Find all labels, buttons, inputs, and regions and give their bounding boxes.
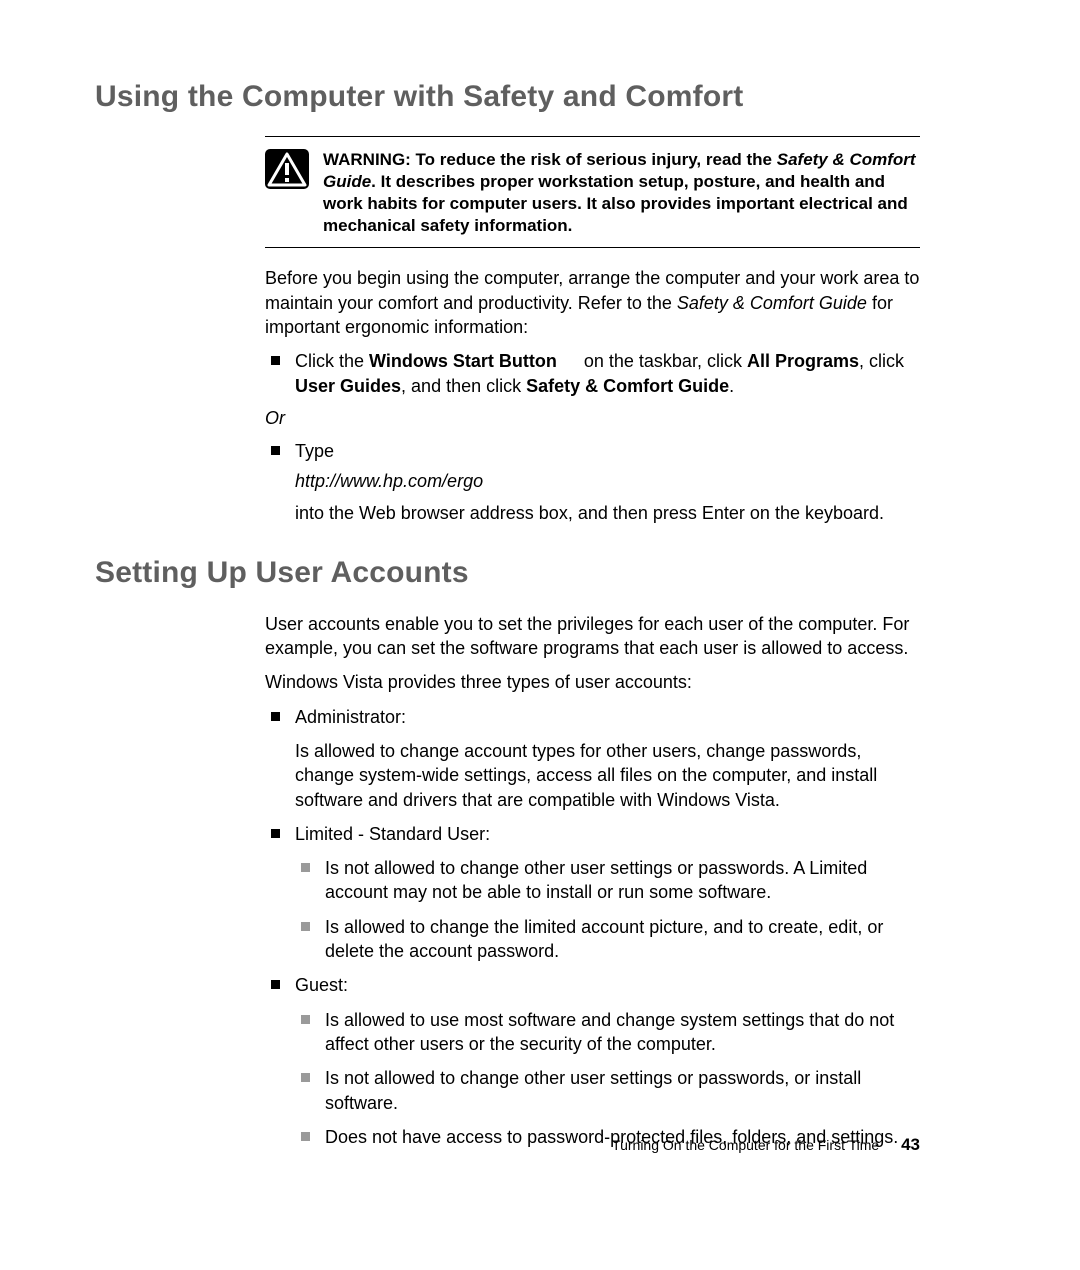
- guest-title: Guest:: [295, 973, 920, 997]
- account-administrator: Administrator: Is allowed to change acco…: [265, 705, 920, 812]
- b1-t5: .: [729, 376, 734, 396]
- warning-text: WARNING: To reduce the risk of serious i…: [323, 149, 920, 237]
- b1-b4: Safety & Comfort Guide: [526, 376, 729, 396]
- admin-desc: Is allowed to change account types for o…: [295, 739, 920, 812]
- b1-b1: Windows Start Button: [369, 351, 557, 371]
- guest-sub-1: Is allowed to use most software and chan…: [295, 1008, 920, 1057]
- account-types-list: Administrator: Is allowed to change acco…: [265, 705, 920, 1149]
- account-limited: Limited - Standard User: Is not allowed …: [265, 822, 920, 963]
- heading-safety-comfort: Using the Computer with Safety and Comfo…: [95, 80, 920, 114]
- section1-bullets: Click the Windows Start Button on the ta…: [265, 349, 920, 398]
- admin-title: Administrator:: [295, 705, 920, 729]
- ergo-url: http://www.hp.com/ergo: [295, 469, 920, 493]
- limited-sub-1: Is not allowed to change other user sett…: [295, 856, 920, 905]
- b1-t4: , and then click: [401, 376, 526, 396]
- warning-prefix: WARNING: To reduce the risk of serious i…: [323, 150, 777, 169]
- b1-b3: User Guides: [295, 376, 401, 396]
- limited-sublist: Is not allowed to change other user sett…: [295, 856, 920, 963]
- warning-callout: WARNING: To reduce the risk of serious i…: [265, 136, 920, 248]
- intro-paragraph: Before you begin using the computer, arr…: [265, 266, 920, 339]
- document-page: Using the Computer with Safety and Comfo…: [0, 0, 1080, 1270]
- account-guest: Guest: Is allowed to use most software a…: [265, 973, 920, 1149]
- b1-t1: Click the: [295, 351, 369, 371]
- limited-sub-2: Is allowed to change the limited account…: [295, 915, 920, 964]
- page-number: 43: [901, 1135, 920, 1154]
- b1-b2: All Programs: [747, 351, 859, 371]
- type-after: into the Web browser address box, and th…: [295, 501, 920, 525]
- accounts-intro-2: Windows Vista provides three types of us…: [265, 670, 920, 694]
- warning-icon: [265, 149, 309, 189]
- footer-chapter: Turning On the Computer for the First Ti…: [612, 1137, 879, 1153]
- or-separator: Or: [265, 408, 920, 429]
- page-footer: Turning On the Computer for the First Ti…: [612, 1135, 920, 1155]
- b1-t2: on the taskbar, click: [579, 351, 747, 371]
- b1-t3: , click: [859, 351, 904, 371]
- section1-body: WARNING: To reduce the risk of serious i…: [265, 136, 920, 526]
- intro-guide-ref: Safety & Comfort Guide: [677, 293, 867, 313]
- type-label: Type: [295, 439, 920, 463]
- section1-bullets-2: Type http://www.hp.com/ergo into the Web…: [265, 439, 920, 526]
- heading-user-accounts: Setting Up User Accounts: [95, 556, 920, 590]
- page-content: Using the Computer with Safety and Comfo…: [95, 80, 920, 1159]
- section2-body: User accounts enable you to set the priv…: [265, 612, 920, 1149]
- limited-title: Limited - Standard User:: [295, 822, 920, 846]
- guest-sublist: Is allowed to use most software and chan…: [295, 1008, 920, 1149]
- warning-suffix: . It describes proper workstation setup,…: [323, 172, 908, 235]
- guest-sub-2: Is not allowed to change other user sett…: [295, 1066, 920, 1115]
- accounts-intro-1: User accounts enable you to set the priv…: [265, 612, 920, 661]
- bullet-start-menu-path: Click the Windows Start Button on the ta…: [265, 349, 920, 398]
- bullet-type-url: Type http://www.hp.com/ergo into the Web…: [265, 439, 920, 526]
